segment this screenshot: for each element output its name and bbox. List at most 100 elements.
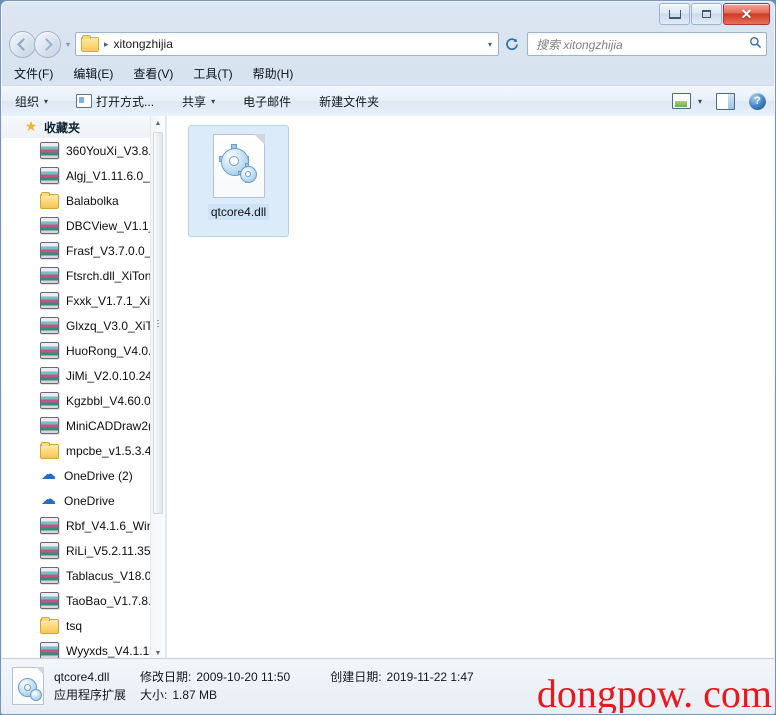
menu-item-edit[interactable]: 编辑(E) bbox=[73, 65, 113, 82]
open-with-button[interactable]: 打开方式... bbox=[71, 90, 159, 113]
sidebar-item[interactable]: JiMi_V2.0.10.24_ bbox=[2, 363, 151, 388]
address-bar[interactable]: ▸ xitongzhijia ▾ bbox=[75, 32, 499, 56]
sidebar-item[interactable]: RiLi_V5.2.11.354 bbox=[2, 538, 151, 563]
new-folder-button[interactable]: 新建文件夹 bbox=[314, 90, 384, 113]
help-icon[interactable]: ? bbox=[749, 92, 766, 110]
status-created-label: 创建日期: bbox=[330, 670, 382, 684]
share-button[interactable]: 共享 ▾ bbox=[177, 90, 220, 113]
archive-icon bbox=[40, 167, 59, 184]
sidebar-item[interactable]: TaoBao_V1.7.8. bbox=[2, 588, 151, 613]
toolbar-right-group: ▾ ? bbox=[671, 92, 766, 110]
sidebar-item[interactable]: Ftsrch.dll_XiTon bbox=[2, 263, 151, 288]
chevron-down-icon[interactable]: ▾ bbox=[698, 97, 702, 106]
favorites-items: 360YouXi_V3.8. Algj_V1.11.6.0_X Balabolka D… bbox=[2, 138, 151, 660]
sidebar-item[interactable]: Kgzbbl_V4.60.0 bbox=[2, 388, 151, 413]
gear-small-icon bbox=[30, 689, 42, 701]
sidebar-item-label: Kgzbbl_V4.60.0 bbox=[66, 393, 151, 408]
favorites-header[interactable]: ★ 收藏夹 bbox=[2, 116, 151, 138]
archive-icon bbox=[40, 267, 59, 284]
scrollbar-thumb[interactable] bbox=[153, 132, 163, 514]
back-button[interactable] bbox=[9, 30, 36, 58]
open-with-icon bbox=[76, 94, 93, 108]
archive-icon bbox=[40, 142, 59, 159]
sidebar-item[interactable]: ☁ OneDrive bbox=[2, 488, 151, 513]
status-details: qtcore4.dll 修改日期: 2009-10-20 11:50 创建日期:… bbox=[54, 668, 474, 704]
archive-icon bbox=[40, 392, 59, 409]
dll-file-icon bbox=[212, 134, 265, 198]
chevron-down-icon[interactable]: ▾ bbox=[482, 40, 498, 49]
sidebar-item[interactable]: 360YouXi_V3.8. bbox=[2, 138, 151, 163]
gear-small-icon bbox=[239, 166, 257, 183]
sidebar-item[interactable]: Fxxk_V1.7.1_XiT bbox=[2, 288, 151, 313]
status-modified-value: 2009-10-20 11:50 bbox=[196, 670, 291, 684]
sidebar-item[interactable]: Glxzq_V3.0_XiTo bbox=[2, 313, 151, 338]
sidebar-scrollbar[interactable]: ▲ ▼ bbox=[150, 116, 165, 660]
search-input[interactable]: 搜索 xitongzhijia bbox=[528, 36, 744, 53]
status-modified-label: 修改日期: bbox=[140, 670, 192, 684]
menu-item-file[interactable]: 文件(F) bbox=[14, 65, 53, 82]
sidebar-item-label: Wyyxds_V4.1.1. bbox=[66, 643, 151, 658]
sidebar-item-label: mpcbe_v1.5.3.4 bbox=[66, 443, 151, 458]
archive-icon bbox=[40, 342, 59, 359]
title-bar[interactable]: ✕ bbox=[1, 1, 775, 27]
refresh-button[interactable] bbox=[501, 33, 523, 55]
email-button[interactable]: 电子邮件 bbox=[238, 90, 296, 113]
sidebar-item[interactable]: mpcbe_v1.5.3.4 bbox=[2, 438, 151, 463]
scroll-up-icon[interactable]: ▲ bbox=[151, 116, 165, 130]
menu-item-tools[interactable]: 工具(T) bbox=[193, 65, 232, 82]
sidebar-item[interactable]: DBCView_V1.1_ bbox=[2, 213, 151, 238]
status-file-name: qtcore4.dll bbox=[54, 670, 110, 684]
sidebar-item[interactable]: Algj_V1.11.6.0_X bbox=[2, 163, 151, 188]
sidebar-item-label: tsq bbox=[66, 618, 83, 633]
archive-icon bbox=[40, 242, 59, 259]
sidebar-item-label: DBCView_V1.1_ bbox=[66, 218, 151, 233]
preview-pane-icon[interactable] bbox=[716, 92, 735, 110]
cloud-icon: ☁ bbox=[41, 466, 56, 483]
organize-button[interactable]: 组织 ▾ bbox=[10, 90, 53, 113]
sidebar-item-label: JiMi_V2.0.10.24_ bbox=[66, 368, 151, 383]
sidebar-item-label: TaoBao_V1.7.8. bbox=[66, 593, 151, 608]
sidebar-item[interactable]: MiniCADDraw2( bbox=[2, 413, 151, 438]
sidebar-item-label: Tablacus_V18.0 bbox=[66, 568, 151, 583]
status-file-icon bbox=[12, 667, 44, 705]
sidebar-item-label: HuoRong_V4.0. bbox=[66, 343, 151, 358]
archive-icon bbox=[40, 592, 59, 609]
change-view-icon[interactable] bbox=[671, 93, 691, 109]
menu-item-view[interactable]: 查看(V) bbox=[133, 65, 173, 82]
forward-button[interactable] bbox=[34, 30, 61, 58]
sidebar-item[interactable]: Balabolka bbox=[2, 188, 151, 213]
file-name-label: qtcore4.dll bbox=[207, 204, 270, 220]
folder-icon bbox=[40, 192, 59, 209]
sidebar-item-label: Glxzq_V3.0_XiTo bbox=[66, 318, 151, 333]
breadcrumb-path[interactable]: xitongzhijia bbox=[114, 37, 173, 51]
status-bar: qtcore4.dll 修改日期: 2009-10-20 11:50 创建日期:… bbox=[2, 658, 774, 713]
search-box[interactable]: 搜索 xitongzhijia bbox=[527, 32, 767, 56]
sidebar-item[interactable]: tsq bbox=[2, 613, 151, 638]
recent-pages-caret[interactable]: ▾ bbox=[63, 40, 73, 49]
archive-icon bbox=[40, 367, 59, 384]
file-item-qtcore4[interactable]: qtcore4.dll bbox=[188, 125, 289, 237]
sidebar-item[interactable]: Rbf_V4.1.6_Wini bbox=[2, 513, 151, 538]
chevron-down-icon: ▾ bbox=[44, 96, 49, 106]
new-folder-label: 新建文件夹 bbox=[319, 94, 380, 109]
sidebar-item[interactable]: ☁ OneDrive (2) bbox=[2, 463, 151, 488]
search-icon[interactable] bbox=[744, 36, 766, 52]
close-icon: ✕ bbox=[740, 6, 753, 22]
file-list-pane[interactable]: qtcore4.dll bbox=[167, 116, 774, 660]
sidebar-item[interactable]: Wyyxds_V4.1.1. bbox=[2, 638, 151, 660]
menu-item-help[interactable]: 帮助(H) bbox=[253, 65, 294, 82]
sidebar-item[interactable]: HuoRong_V4.0. bbox=[2, 338, 151, 363]
status-size-label: 大小: bbox=[140, 688, 168, 702]
minimize-button[interactable] bbox=[659, 3, 690, 25]
close-button[interactable]: ✕ bbox=[723, 3, 770, 25]
maximize-button[interactable] bbox=[691, 3, 722, 25]
share-label: 共享 bbox=[182, 94, 207, 109]
sidebar-item[interactable]: Tablacus_V18.0 bbox=[2, 563, 151, 588]
status-file-type: 应用程序扩展 bbox=[54, 688, 127, 702]
navigation-pane: ★ 收藏夹 360YouXi_V3.8. Algj_V1.11.6.0_X Bala… bbox=[2, 116, 166, 660]
maximize-icon bbox=[702, 10, 711, 18]
sidebar-item-label: MiniCADDraw2( bbox=[66, 418, 151, 433]
folder-icon bbox=[81, 34, 99, 52]
sidebar-item[interactable]: Frasf_V3.7.0.0_X bbox=[2, 238, 151, 263]
status-row-primary: qtcore4.dll 修改日期: 2009-10-20 11:50 创建日期:… bbox=[54, 668, 474, 686]
